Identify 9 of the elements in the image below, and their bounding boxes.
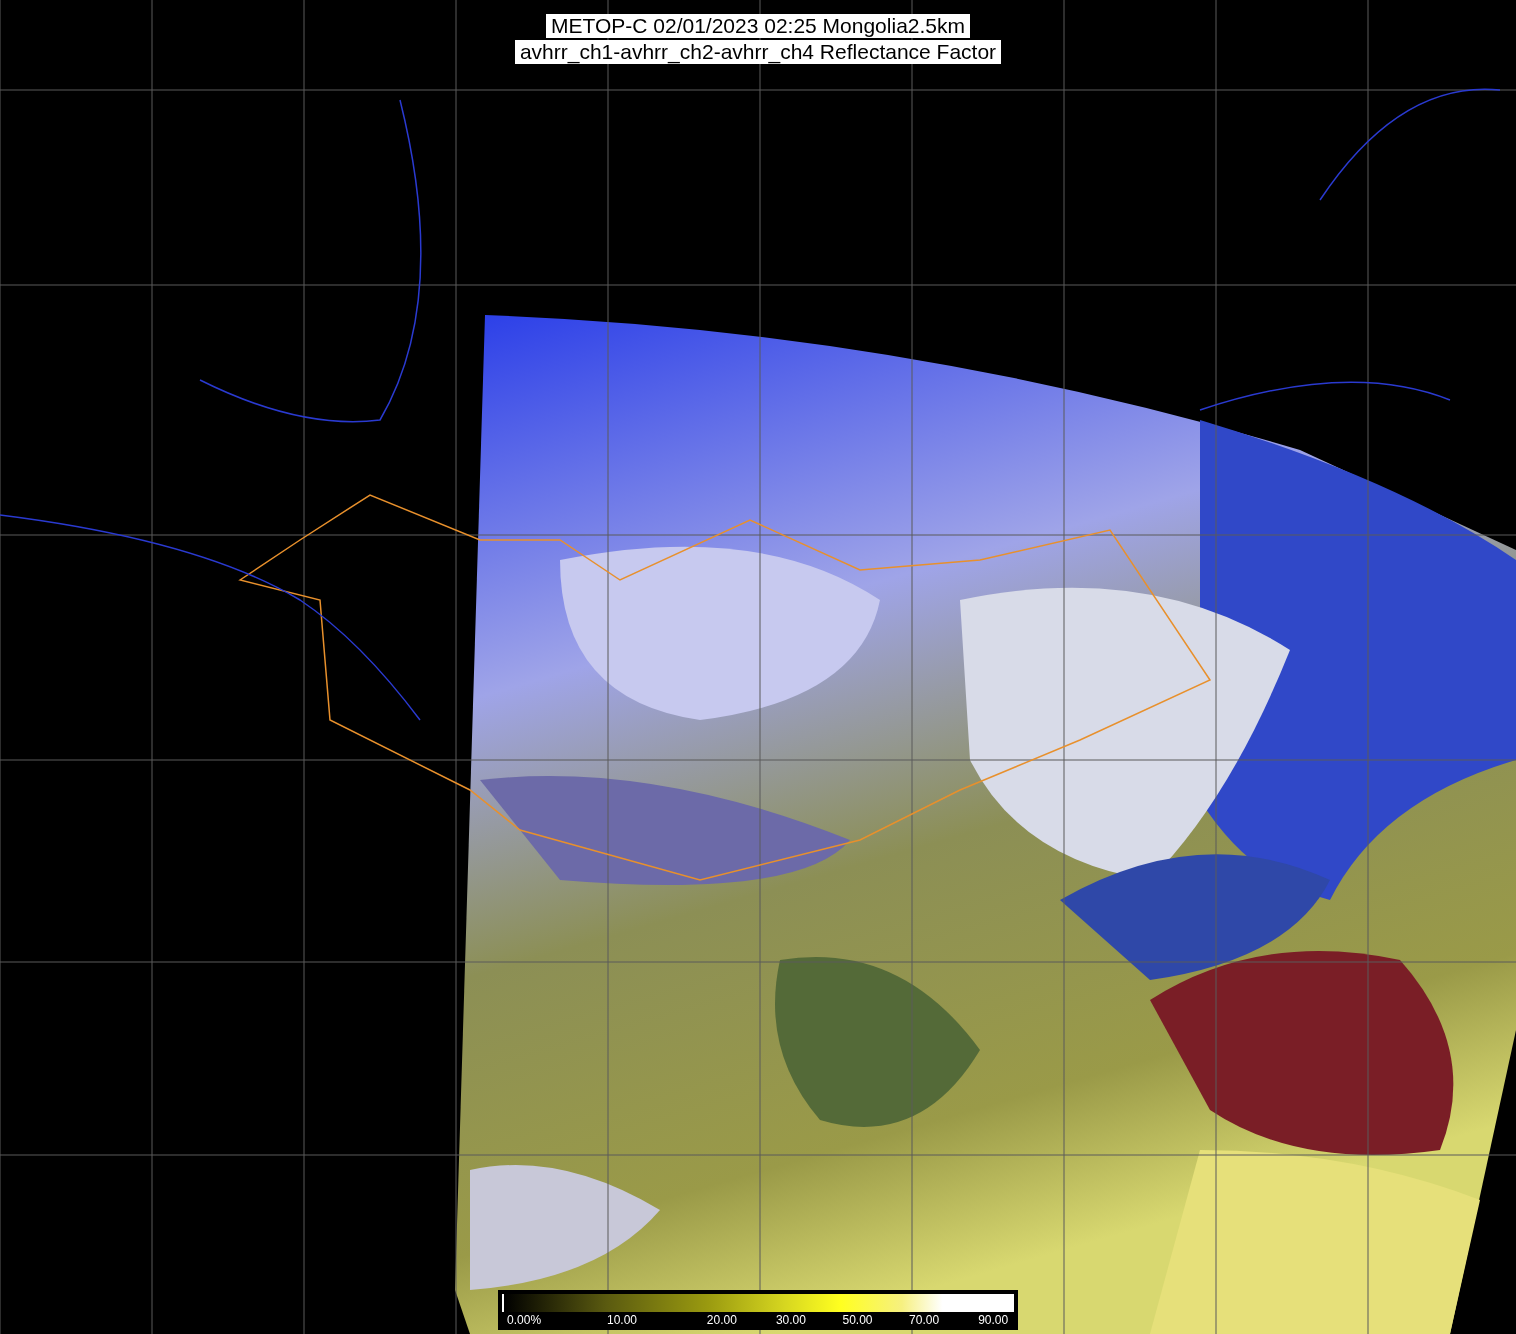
- scale-label: 90.00: [978, 1313, 1009, 1327]
- scale-label: 20.00: [706, 1313, 737, 1327]
- scale-label: 0.00%: [507, 1313, 542, 1327]
- image-title: METOP-C 02/01/2023 02:25 Mongolia2.5km: [546, 14, 970, 38]
- scale-label: 70.00: [909, 1313, 940, 1327]
- scale-label: 30.00: [775, 1313, 806, 1327]
- scale-label: 50.00: [842, 1313, 873, 1327]
- scale-label: 10.00: [606, 1313, 637, 1327]
- image-title: avhrr_ch1-avhrr_ch2-avhrr_ch4 Reflectance Factor: [514, 40, 1002, 64]
